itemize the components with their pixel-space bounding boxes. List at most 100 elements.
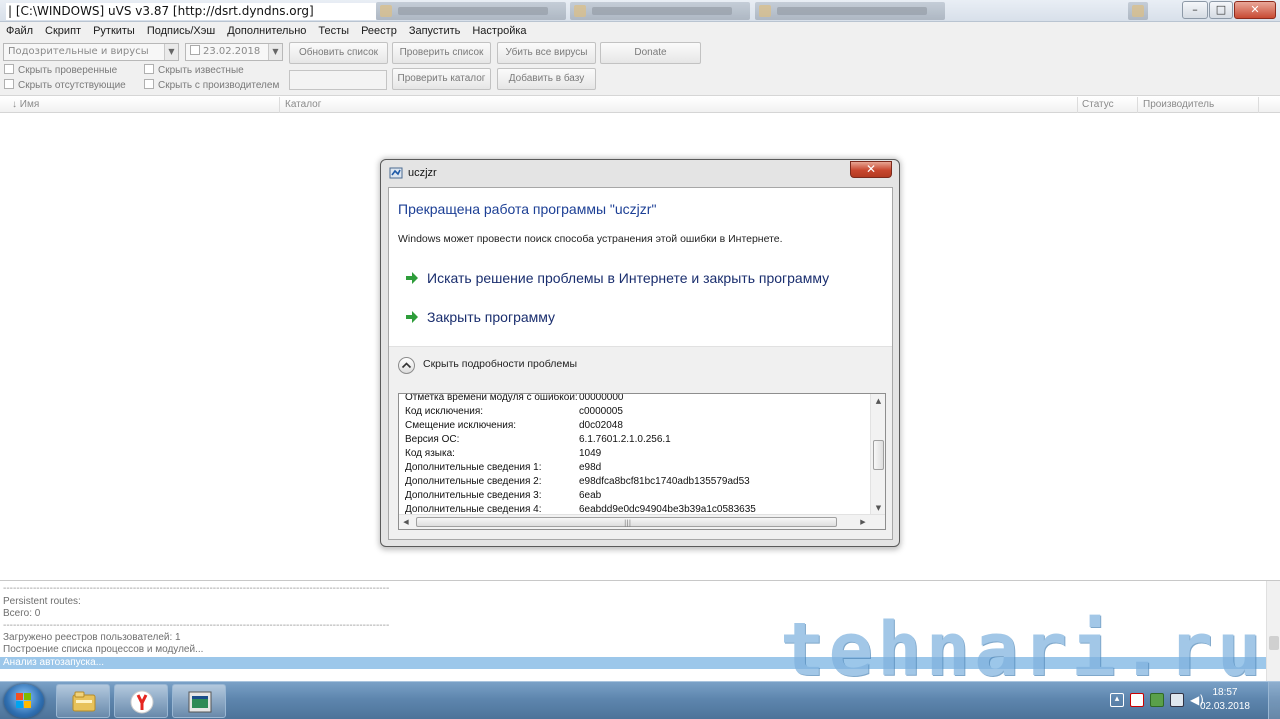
detail-value: e98d xyxy=(579,462,602,473)
blurred-tab-text xyxy=(398,7,548,15)
menu-additional[interactable]: Дополнительно xyxy=(221,22,312,40)
column-vendor[interactable]: Производитель xyxy=(1139,97,1259,113)
refresh-list-button[interactable]: Обновить список xyxy=(289,42,388,64)
collapse-chevron-icon[interactable] xyxy=(398,357,415,374)
detail-value: 6eab xyxy=(579,490,602,501)
close-program-label: Закрыть программу xyxy=(427,309,556,325)
show-hidden-icons-icon[interactable]: ▴ xyxy=(1110,693,1124,707)
detail-key: Код языка: xyxy=(405,448,455,459)
chevron-down-icon: ▼ xyxy=(164,44,178,60)
scroll-up-icon[interactable]: ▲ xyxy=(871,394,885,408)
window-icon xyxy=(1132,5,1144,17)
dialog-title: uczjzr xyxy=(408,167,437,179)
search-solution-link[interactable]: Искать решение проблемы в Интернете и за… xyxy=(405,270,829,292)
system-tray: ▴ ◀) 18:57 02.03.2018 xyxy=(1080,682,1280,719)
uvs-icon xyxy=(188,691,212,713)
close-button[interactable]: ✕ xyxy=(1234,1,1276,19)
clock[interactable]: 18:57 02.03.2018 xyxy=(1200,686,1250,714)
background-window-tab[interactable] xyxy=(376,2,566,20)
hide-missing-checkbox[interactable]: Скрыть отсутствующие xyxy=(4,79,126,93)
menu-file[interactable]: Файл xyxy=(0,22,39,40)
taskbar-uvs[interactable] xyxy=(172,684,226,718)
minimize-button[interactable]: – xyxy=(1182,1,1208,19)
checkbox-box xyxy=(144,79,154,89)
hide-with-vendor-checkbox[interactable]: Скрыть с производителем xyxy=(144,79,286,93)
scrollbar-thumb[interactable] xyxy=(873,440,884,470)
windows-logo-icon xyxy=(16,693,32,709)
check-folder-button[interactable]: Проверить каталог xyxy=(392,68,491,90)
title-bar: | [C:\WINDOWS] uVS v3.87 [http://dsrt.dy… xyxy=(0,0,1280,22)
add-to-base-button[interactable]: Добавить в базу xyxy=(497,68,596,90)
detail-row: Дополнительные сведения 1: e98d xyxy=(405,461,865,475)
show-desktop-button[interactable] xyxy=(1268,682,1280,719)
detail-row: Код языка: 1049 xyxy=(405,447,865,461)
log-scrollbar[interactable] xyxy=(1266,581,1280,681)
blurred-tab-text xyxy=(592,7,732,15)
hide-checked-checkbox[interactable]: Скрыть проверенные xyxy=(4,64,117,78)
menu-settings[interactable]: Настройка xyxy=(466,22,532,40)
maximize-button[interactable]: □ xyxy=(1209,1,1233,19)
chevron-down-icon: ▼ xyxy=(268,44,282,60)
detail-value: d0c02048 xyxy=(579,420,623,431)
menu-registry[interactable]: Реестр xyxy=(355,22,403,40)
toolbar: Подозрительные и вирусы ▼ 23.02.2018 ▼ О… xyxy=(0,40,1280,96)
detail-key: Смещение исключения: xyxy=(405,420,517,431)
column-folder[interactable]: Каталог xyxy=(281,97,1078,113)
date-select[interactable]: 23.02.2018 ▼ xyxy=(185,43,283,61)
scrollbar-thumb[interactable]: ||| xyxy=(416,517,837,527)
scroll-right-icon[interactable]: ▶ xyxy=(856,515,870,529)
background-window-tab[interactable] xyxy=(1128,2,1148,20)
taskbar-explorer[interactable] xyxy=(56,684,110,718)
detail-row: Версия ОС: 6.1.7601.2.1.0.256.1 xyxy=(405,433,865,447)
menu-script[interactable]: Скрипт xyxy=(39,22,87,40)
date-select-value: 23.02.2018 xyxy=(203,46,261,57)
nvidia-icon[interactable] xyxy=(1150,693,1164,707)
column-name[interactable]: ↓ Имя xyxy=(8,97,280,113)
network-icon[interactable] xyxy=(1170,693,1184,707)
menu-tests[interactable]: Тесты xyxy=(312,22,355,40)
filter-select-value: Подозрительные и вирусы xyxy=(8,46,149,57)
menu-run[interactable]: Запустить xyxy=(403,22,467,40)
check-list-button[interactable]: Проверить список xyxy=(392,42,491,64)
hide-known-checkbox[interactable]: Скрыть известные xyxy=(144,64,244,78)
detail-row: Смещение исключения: d0c02048 xyxy=(405,419,865,433)
background-window-tab[interactable] xyxy=(755,2,945,20)
grip-icon: ||| xyxy=(624,519,632,527)
log-line: Загружено реестров пользователей: 1 xyxy=(3,632,181,643)
details-vertical-scrollbar[interactable]: ▲ ▼ xyxy=(870,394,885,515)
column-status[interactable]: Статус xyxy=(1078,97,1138,113)
taskbar-yandex-browser[interactable] xyxy=(114,684,168,718)
checkbox-box xyxy=(144,64,154,74)
details-toggle-label: Скрыть подробности проблемы xyxy=(423,358,577,370)
date-checkbox[interactable] xyxy=(190,45,200,55)
start-button[interactable] xyxy=(4,684,44,718)
action-center-flag-icon[interactable] xyxy=(1130,693,1144,707)
hide-missing-label: Скрыть отсутствующие xyxy=(18,80,126,91)
dialog-title-bar[interactable]: uczjzr ✕ xyxy=(381,160,899,186)
path-field[interactable] xyxy=(289,70,387,90)
clock-time: 18:57 xyxy=(1212,687,1238,698)
chevron-up-icon xyxy=(401,362,412,369)
clock-date: 02.03.2018 xyxy=(1199,701,1250,712)
details-textbox[interactable]: Отметка времени модуля с ошибкой: 0000000… xyxy=(398,393,886,530)
details-horizontal-scrollbar[interactable]: ◀ ||| ▶ xyxy=(399,514,885,529)
close-program-link[interactable]: Закрыть программу xyxy=(405,309,555,331)
window-icon xyxy=(574,5,586,17)
detail-key: Версия ОС: xyxy=(405,434,460,445)
menu-rootkits[interactable]: Руткиты xyxy=(87,22,141,40)
log-separator: ----------------------------------------… xyxy=(3,620,390,631)
detail-row: Дополнительные сведения 2: e98dfca8bcf81b… xyxy=(405,475,865,489)
donate-button[interactable]: Donate xyxy=(600,42,701,64)
program-icon xyxy=(389,167,403,179)
details-toggle[interactable]: Скрыть подробности проблемы xyxy=(389,346,892,382)
dialog-subtext: Windows может провести поиск способа уст… xyxy=(398,233,783,245)
scrollbar-thumb[interactable] xyxy=(1269,636,1279,650)
scroll-down-icon[interactable]: ▼ xyxy=(871,501,885,515)
filter-select[interactable]: Подозрительные и вирусы ▼ xyxy=(3,43,179,61)
kill-viruses-button[interactable]: Убить все вирусы xyxy=(497,42,596,64)
dialog-close-button[interactable]: ✕ xyxy=(850,161,892,178)
menu-signature-hash[interactable]: Подпись/Хэш xyxy=(141,22,221,40)
scroll-left-icon[interactable]: ◀ xyxy=(399,515,413,529)
background-window-tab[interactable] xyxy=(570,2,750,20)
yandex-browser-icon xyxy=(130,690,154,714)
